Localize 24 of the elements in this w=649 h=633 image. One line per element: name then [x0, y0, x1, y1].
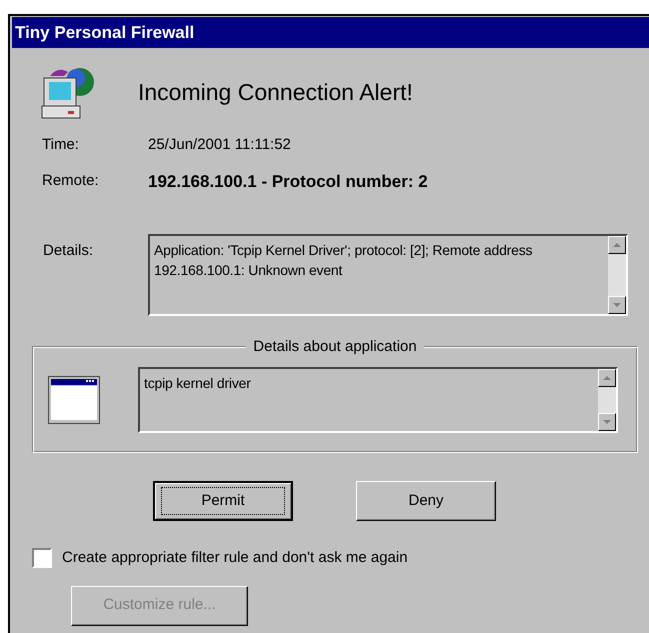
field-value: 25/Jun/2001 11:11:52 [148, 135, 291, 155]
text-value: Application: 'Tcpip Kernel Driver'; protocol: [2]; Remote address 192.168.100.1: Unknown event [153, 241, 534, 280]
text-value: tcpip kernel driver [143, 374, 252, 393]
dialog-button[interactable]: Deny [356, 481, 496, 521]
field-value: 192.168.100.1 - Protocol number: 2 [148, 170, 428, 192]
details-label: Details: [42, 241, 94, 261]
text-area[interactable]: tcpip kernel driver [138, 367, 618, 433]
window-title: Tiny Personal Firewall [15, 22, 194, 44]
down-arrow-icon [613, 303, 621, 307]
checkbox-label: Create appropriate filter rule and don't ask me again [62, 548, 408, 568]
text-area[interactable]: Application: 'Tcpip Kernel Driver'; protocol: [2]; Remote address 192.168.100.1: Unknown event [148, 234, 628, 316]
scroll-down-button[interactable] [608, 296, 626, 314]
field-label: Time: [41, 135, 80, 155]
field-label: Remote: [41, 171, 100, 191]
scroll-up-button[interactable] [598, 369, 616, 387]
up-arrow-icon [603, 376, 611, 380]
scroll-up-button[interactable] [608, 236, 626, 254]
alert-heading: Incoming Connection Alert! [138, 78, 413, 107]
up-arrow-icon [613, 243, 621, 247]
application-window-icon [48, 376, 100, 424]
dialog-button[interactable]: Permit [153, 481, 293, 521]
checkbox[interactable] [32, 548, 52, 568]
down-arrow-icon [603, 420, 611, 424]
scroll-down-button[interactable] [598, 413, 616, 431]
